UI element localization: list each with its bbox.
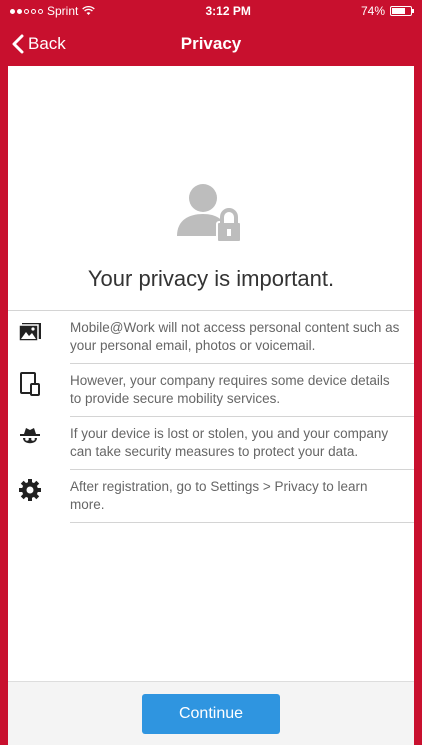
privacy-content: Your privacy is important. Mobile@Work w…: [8, 66, 414, 681]
page-title: Privacy: [180, 34, 242, 53]
info-text-personal-content: Mobile@Work will not access personal con…: [70, 320, 400, 353]
gear-icon: [19, 479, 41, 501]
clock: 3:12 PM: [205, 4, 251, 18]
continue-button[interactable]: Continue: [142, 693, 280, 734]
battery-icon: [390, 6, 414, 16]
list-item: Mobile@Work will not access personal con…: [18, 311, 414, 364]
list-item: However, your company requires some devi…: [20, 364, 414, 417]
info-text-device-details: However, your company requires some devi…: [70, 373, 390, 406]
photo-icon: [18, 323, 41, 342]
wifi-icon: [82, 6, 96, 15]
battery-status: 74%: [360, 4, 414, 18]
signal-strength-icon: [10, 8, 43, 14]
back-label: Back: [28, 34, 66, 53]
battery-percent: 74%: [360, 4, 385, 18]
carrier-label: Sprint: [47, 4, 79, 18]
info-text-lost-device: If your device is lost or stolen, you an…: [70, 426, 389, 459]
privacy-heading: Your privacy is important.: [87, 266, 335, 291]
list-item: After registration, go to Settings > Pri…: [19, 470, 414, 523]
info-text-settings-privacy: After registration, go to Settings > Pri…: [70, 479, 368, 512]
user-lock-icon: [177, 184, 242, 243]
chevron-left-icon: [12, 34, 24, 54]
navigation-bar: Back Privacy: [0, 22, 422, 66]
list-item: If your device is lost or stolen, you an…: [20, 417, 414, 470]
incognito-icon: [20, 428, 40, 444]
privacy-info-list: Mobile@Work will not access personal con…: [8, 310, 414, 523]
status-bar: Sprint 3:12 PM 74%: [0, 0, 422, 22]
devices-icon: [20, 372, 40, 396]
bottom-toolbar: Continue: [8, 681, 414, 745]
carrier-signal: Sprint: [10, 4, 96, 18]
back-button[interactable]: Back: [12, 22, 66, 66]
